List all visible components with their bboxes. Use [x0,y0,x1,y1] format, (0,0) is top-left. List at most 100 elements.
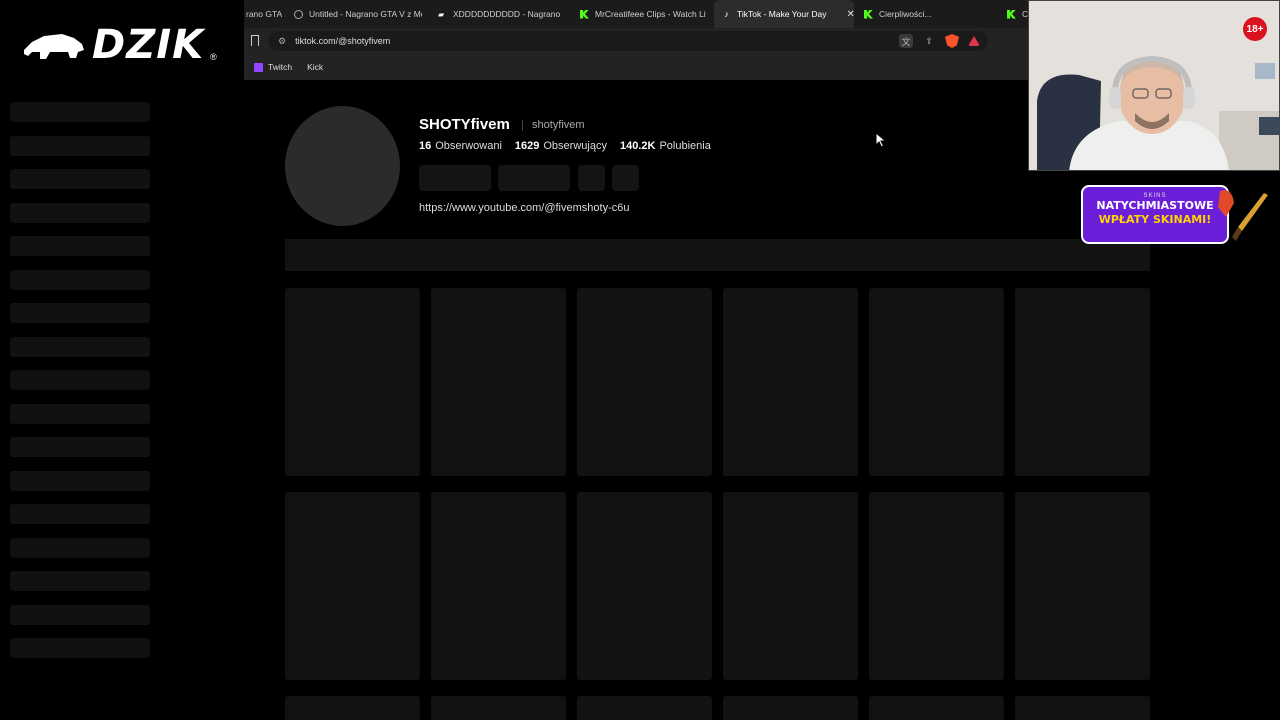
kick-icon [864,9,873,19]
tab-label: MrCreatifeee Clips - Watch Liv [595,9,706,19]
address-bar[interactable]: ⚙ tiktok.com/@shotyfivem 文 ⇪ [268,31,988,51]
stream-logo: DZIK ® [22,22,217,68]
brave-shields-icon[interactable] [945,34,959,48]
bookmarks-bar: Twitch Kick [244,54,1028,80]
likes-label: Polubienia [659,140,711,152]
site-info-icon[interactable]: ⚙ [278,36,286,47]
age-restriction-badge: 18+ [1243,17,1267,41]
browser-tab[interactable]: Untitled - Nagrano GTA V z Me [294,0,422,28]
profile-display-name: SHOTYfivem [419,116,510,133]
skeleton-bar [10,336,150,357]
following-count: 16 [419,140,432,152]
promo-banner: SKINS NATYCHMIASTOWE WPŁATY SKINAMI! [1081,185,1229,244]
tab-strip: rano GTA Untitled - Nagrano GTA V z Me ▰… [244,0,1028,28]
video-card-skeleton [723,696,858,720]
promo-line-1: NATYCHMIASTOWE [1096,199,1214,212]
video-card-skeleton [1015,288,1150,476]
skeleton-bar [10,236,150,256]
video-card-skeleton [869,492,1004,680]
skeleton-bar [10,403,150,424]
skeleton-bar [10,169,150,189]
bookmark-label: Twitch [268,62,293,72]
followers-stat[interactable]: 1629 Obserwujący [515,140,607,152]
skeleton-bar [10,202,150,223]
browser-window: rano GTA Untitled - Nagrano GTA V z Me ▰… [244,0,1028,80]
url-text: tiktok.com/@shotyfivem [295,36,391,46]
close-icon[interactable]: ✕ [846,9,854,20]
tab-label: Cierpliwości... [879,9,932,19]
button-skeleton [498,165,570,191]
video-card-skeleton [431,492,566,680]
knife-icon [1218,190,1268,241]
avatar[interactable] [285,106,400,226]
video-card-skeleton [431,288,566,476]
browser-tab[interactable]: MrCreatifeee Clips - Watch Liv [580,0,706,28]
tab-icon: ▰ [438,9,445,19]
tab-label: TikTok - Make Your Day [737,9,827,19]
skeleton-bar [10,470,150,491]
kick-icon [580,9,589,19]
tab-label: Untitled - Nagrano GTA V z Me [309,9,422,19]
logo-text: DZIK [92,22,205,68]
video-card-skeleton [285,288,420,476]
address-bar-tools: 文 ⇪ [899,31,980,51]
logo-registered-mark: ® [210,52,217,62]
skeleton-bar [10,638,150,658]
toolbar: ⚙ tiktok.com/@shotyfivem 文 ⇪ [244,28,1028,54]
video-card-skeleton [577,288,712,476]
video-card-skeleton [431,696,566,720]
bookmark-kick[interactable]: Kick [302,62,323,72]
profile-link[interactable]: https://www.youtube.com/@fivemshoty-c6u [419,202,629,214]
bookmark-twitch[interactable]: Twitch [254,62,292,72]
divider [522,120,523,131]
skeleton-bar [10,571,150,591]
twitch-icon [254,62,263,72]
tab-label: rano GTA [246,9,283,19]
skeleton-bar [10,370,150,390]
likes-stat: 140.2K Polubienia [620,140,711,152]
brave-rewards-icon[interactable] [968,36,980,46]
video-card-skeleton [723,288,858,476]
browser-tab[interactable]: rano GTA [244,0,284,28]
video-card-skeleton [577,492,712,680]
translate-icon[interactable]: 文 [899,34,913,48]
skeleton-bar [10,269,150,290]
browser-tab[interactable]: Ci [1007,0,1028,28]
profile-handle: shotyfivem [532,119,585,131]
globe-icon [294,9,303,19]
skeleton-bar [10,537,150,558]
skeleton-bar [10,102,150,122]
tiktok-icon: ♪ [724,8,729,19]
skeleton-bar [10,504,150,524]
video-card-skeleton [869,696,1004,720]
browser-tab[interactable]: ▰ XDDDDDDDDDD - Nagrano [438,0,562,28]
boar-icon [24,34,84,59]
bookmark-icon[interactable] [251,35,259,46]
sidebar-skeleton [10,102,150,672]
promo-line-2: WPŁATY SKINAMI! [1098,213,1212,226]
mouse-cursor-icon [875,132,887,148]
video-card-skeleton [869,288,1004,476]
profile-tabs-skeleton [285,239,1150,271]
webcam-feed [1028,0,1280,171]
share-icon[interactable]: ⇪ [922,34,936,48]
kick-icon [1007,9,1016,19]
button-skeleton [612,165,639,191]
followers-count: 1629 [514,140,540,152]
bookmark-label: Kick [307,62,324,72]
video-card-skeleton [1015,492,1150,680]
video-card-skeleton [285,696,420,720]
button-skeleton [419,165,491,191]
following-label: Obserwowani [435,140,502,152]
browser-tab[interactable]: Cierpliwości... [864,0,984,28]
button-skeleton [578,165,605,191]
browser-tab-active[interactable]: ♪ TikTok - Make Your Day ✕ [714,0,854,28]
skeleton-bar [10,604,150,625]
profile-stats: 16 Obserwowani 1629 Obserwujący 140.2K Polu… [419,140,711,152]
skeleton-bar [10,303,150,323]
skeleton-bar [10,135,150,156]
video-card-skeleton [285,492,420,680]
video-card-skeleton [723,492,858,680]
following-stat[interactable]: 16 Obserwowani [419,140,502,152]
tab-label: XDDDDDDDDDD - Nagrano [453,9,561,19]
